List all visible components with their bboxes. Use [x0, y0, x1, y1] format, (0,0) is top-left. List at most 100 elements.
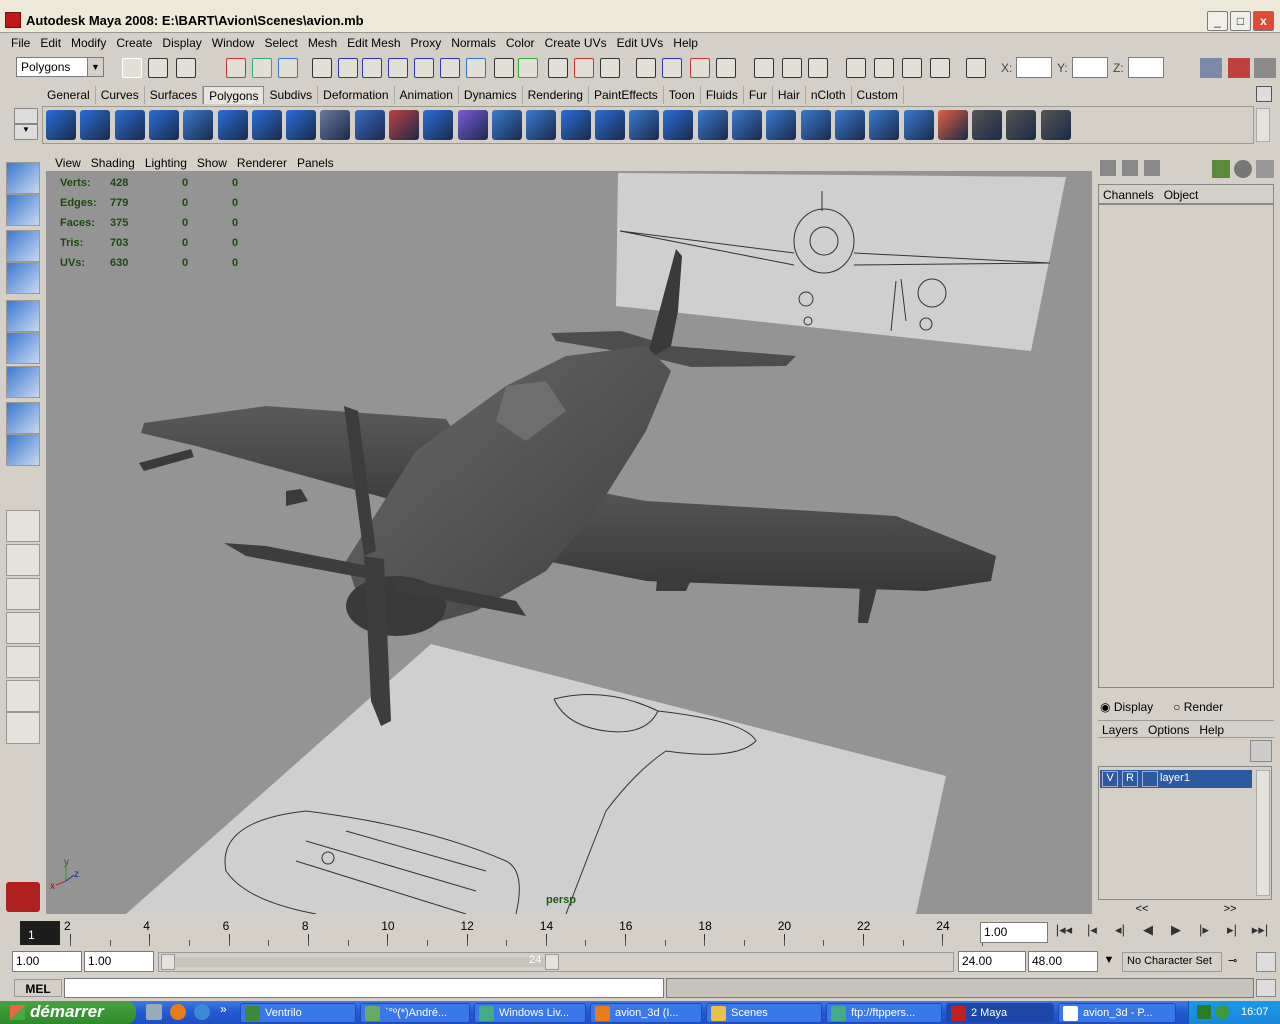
shelf-tool-icon[interactable]: [869, 110, 900, 140]
menu-normals[interactable]: Normals: [446, 34, 501, 53]
shelf-tool-icon[interactable]: [766, 110, 797, 140]
taskbar-task[interactable]: avion_3d (I...: [590, 1003, 702, 1023]
chevron-down-icon[interactable]: ▼: [1100, 954, 1118, 972]
tray-app-icon[interactable]: [1197, 1005, 1211, 1019]
select-component-icon[interactable]: [278, 58, 298, 78]
internet-explorer-icon[interactable]: [194, 1004, 210, 1020]
live-icon[interactable]: [414, 58, 434, 78]
shading-icon[interactable]: [1234, 160, 1252, 178]
taskbar-task[interactable]: 2 Maya: [946, 1003, 1054, 1023]
history-icon[interactable]: [440, 58, 460, 78]
shelf-tool-icon[interactable]: [80, 110, 111, 140]
shelf-tool-icon[interactable]: [800, 110, 831, 140]
menu-window[interactable]: Window: [207, 34, 260, 53]
playback-start-field[interactable]: 1.00: [84, 951, 154, 972]
shelf-tool-icon[interactable]: [1040, 110, 1071, 140]
next-page-button[interactable]: >>: [1224, 903, 1237, 917]
rotate-tool-icon[interactable]: [6, 300, 40, 332]
shelf-tab-general[interactable]: General: [42, 86, 96, 104]
hypershade-layout-icon[interactable]: [6, 646, 40, 678]
playback-end-field[interactable]: 24.00: [958, 951, 1026, 972]
ipr-icon[interactable]: [574, 58, 594, 78]
new-scene-icon[interactable]: [122, 58, 142, 78]
start-time-field[interactable]: 1.00: [12, 951, 82, 972]
shelf-tab-custom[interactable]: Custom: [852, 86, 904, 104]
display-radio[interactable]: ◉ Display: [1100, 700, 1153, 714]
status-tool-icon[interactable]: [754, 58, 774, 78]
lock-icon[interactable]: [494, 58, 514, 78]
firefox-icon[interactable]: [170, 1004, 186, 1020]
step-forward-icon[interactable]: |▸: [1192, 922, 1216, 944]
menu-edit-uvs[interactable]: Edit UVs: [612, 34, 669, 53]
menu-select[interactable]: Select: [259, 34, 302, 53]
shelf-tool-icon[interactable]: [1006, 110, 1037, 140]
new-layer-icon[interactable]: [1250, 740, 1272, 762]
shelf-tool-icon[interactable]: [697, 110, 728, 140]
current-time-field[interactable]: 1.00: [980, 922, 1048, 943]
x-input[interactable]: [1016, 57, 1052, 78]
status-tool-icon[interactable]: [902, 58, 922, 78]
current-frame-indicator[interactable]: 1: [20, 921, 60, 945]
character-set-menu[interactable]: No Character Set: [1122, 952, 1222, 972]
play-forward-icon[interactable]: ▶: [1164, 922, 1188, 944]
menu-modify[interactable]: Modify: [66, 34, 111, 53]
taskbar-task[interactable]: Windows Liv...: [474, 1003, 586, 1023]
shelf-tab-painteffects[interactable]: PaintEffects: [589, 86, 664, 104]
select-object-icon[interactable]: [252, 58, 272, 78]
menu-create-uvs[interactable]: Create UVs: [540, 34, 612, 53]
soft-mod-icon[interactable]: [6, 402, 40, 434]
shelf-tab-hair[interactable]: Hair: [773, 86, 806, 104]
status-tool-icon[interactable]: [966, 58, 986, 78]
status-tool-icon[interactable]: [782, 58, 802, 78]
shelf-tool-icon[interactable]: [354, 110, 385, 140]
layer-visibility-toggle[interactable]: V: [1102, 771, 1118, 787]
script-editor-icon[interactable]: [1256, 979, 1276, 997]
menu-proxy[interactable]: Proxy: [406, 34, 447, 53]
shelf-tool-icon[interactable]: [114, 110, 145, 140]
shelf-tool-icon[interactable]: [46, 110, 76, 140]
layers-menu[interactable]: Layers: [1102, 723, 1138, 737]
shelf-tool-icon[interactable]: [560, 110, 591, 140]
menu-create[interactable]: Create: [111, 34, 157, 53]
auto-key-icon[interactable]: ⊸: [1228, 954, 1250, 970]
shelf-tool-icon[interactable]: [834, 110, 865, 140]
status-tool-icon[interactable]: [930, 58, 950, 78]
menu-edit[interactable]: Edit: [35, 34, 66, 53]
range-bar[interactable]: [175, 957, 547, 967]
y-input[interactable]: [1072, 57, 1108, 78]
status-tool-icon[interactable]: [636, 58, 656, 78]
shelf-tool-icon[interactable]: [526, 110, 557, 140]
snap-point-icon[interactable]: [362, 58, 382, 78]
script-layout-icon[interactable]: [6, 680, 40, 712]
menu-set-selector[interactable]: Polygons ▼: [16, 57, 104, 77]
shelf-tab-dynamics[interactable]: Dynamics: [459, 86, 523, 104]
attribute-editor-icon[interactable]: [1200, 58, 1222, 78]
single-pane-icon[interactable]: [6, 510, 40, 542]
shelf-tool-icon[interactable]: [389, 110, 419, 140]
taskbar-task[interactable]: ftp://ftppers...: [826, 1003, 942, 1023]
lasso-tool-icon[interactable]: [6, 194, 40, 226]
range-slider-track[interactable]: 24: [158, 952, 954, 972]
quicklaunch-expand-icon[interactable]: »: [220, 1002, 227, 1016]
channel-box-toggle-icon[interactable]: [1254, 58, 1276, 78]
snap-plane-icon[interactable]: [388, 58, 408, 78]
taskbar-task[interactable]: `°º(*)André...: [360, 1003, 470, 1023]
shelf-tab-fur[interactable]: Fur: [744, 86, 773, 104]
taskbar-task[interactable]: Ventrilo: [240, 1003, 356, 1023]
range-end-handle[interactable]: [545, 954, 559, 970]
channel-layer-icon[interactable]: [1144, 160, 1160, 176]
shelf-tab-animation[interactable]: Animation: [395, 86, 459, 104]
layer-editor-icon[interactable]: [1122, 160, 1138, 176]
shelf-tool-icon[interactable]: [320, 110, 351, 140]
step-forward-key-icon[interactable]: ▸|: [1220, 922, 1244, 944]
script-language-toggle[interactable]: MEL: [14, 979, 62, 997]
viewport-menu-panels[interactable]: Panels: [292, 154, 339, 171]
step-back-key-icon[interactable]: |◂: [1080, 922, 1104, 944]
shelf-tool-icon[interactable]: [457, 110, 488, 140]
menu-edit-mesh[interactable]: Edit Mesh: [342, 34, 405, 53]
status-tool-icon[interactable]: [846, 58, 866, 78]
menu-color[interactable]: Color: [501, 34, 540, 53]
shelf-tool-icon[interactable]: [148, 110, 179, 140]
save-scene-icon[interactable]: [176, 58, 196, 78]
select-tool-icon[interactable]: [6, 162, 40, 194]
